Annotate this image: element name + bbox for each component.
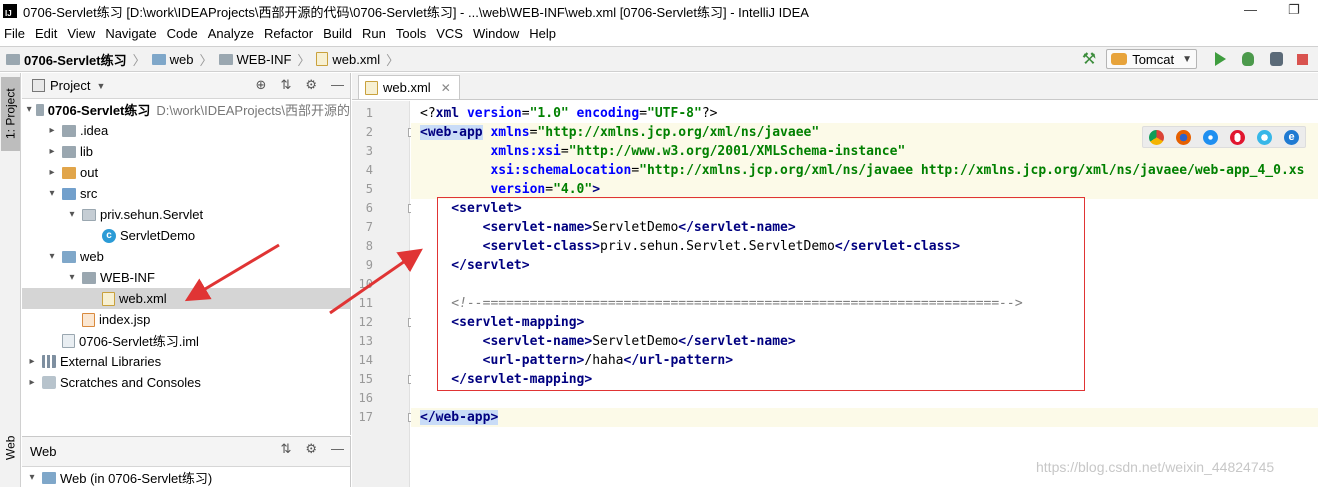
- arrow-to-servlet-config: [329, 248, 423, 315]
- watermark: https://blog.csdn.net/weixin_44824745: [1036, 459, 1275, 475]
- arrow-to-web-xml: [184, 243, 280, 302]
- annotation-arrows: [184, 243, 423, 315]
